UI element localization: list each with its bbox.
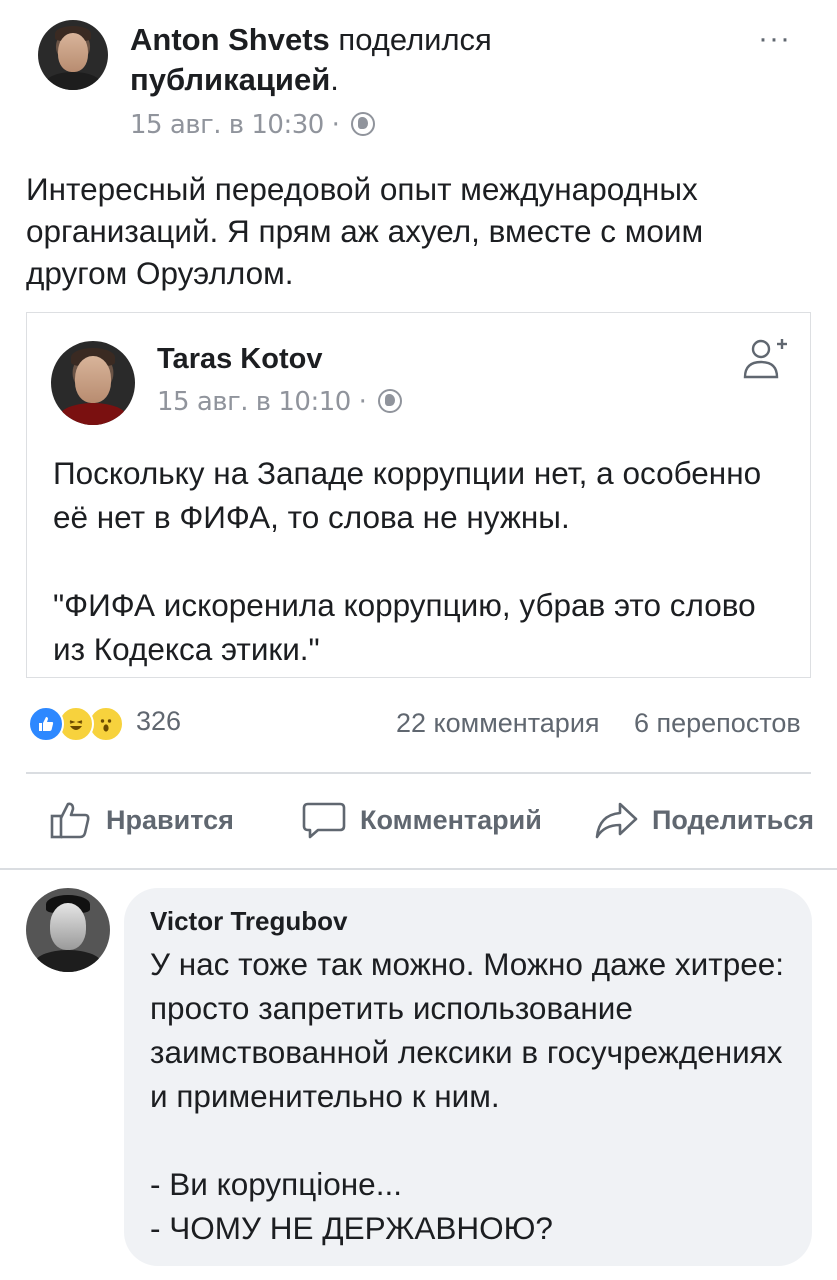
- post-timestamp[interactable]: 15 авг. в 10:30: [130, 110, 324, 140]
- shared-author-avatar[interactable]: [51, 341, 135, 425]
- comment-author[interactable]: Victor Tregubov: [150, 906, 347, 937]
- shared-post-timestamp[interactable]: 15 авг. в 10:10: [157, 387, 351, 417]
- globe-icon: [351, 112, 376, 136]
- like-reaction-icon: [28, 706, 64, 742]
- comment-text: У нас тоже так можно. Можно даже хитрее:…: [150, 946, 785, 1246]
- post-text: Интересный передовой опыт международных …: [26, 171, 704, 291]
- share-arrow-icon: [595, 802, 638, 839]
- shared-post-meta: 15 авг. в 10:10 ·: [157, 387, 403, 417]
- speech-bubble-icon: [302, 802, 346, 839]
- shared-meta-separator: ·: [358, 387, 367, 417]
- facebook-post-page: Anton Shvets поделился публикацией. 15 а…: [0, 0, 837, 1280]
- globe-icon: [378, 389, 403, 413]
- like-label: Нравится: [106, 804, 234, 835]
- like-button[interactable]: Нравится: [50, 800, 234, 840]
- action-suffix: .: [330, 62, 339, 97]
- commenter-avatar[interactable]: [26, 888, 110, 972]
- shared-author-name[interactable]: Taras Kotov: [157, 343, 322, 376]
- section-divider: [0, 868, 837, 870]
- comments-count[interactable]: 22 комментария: [396, 708, 600, 739]
- share-label: Поделиться: [652, 804, 815, 835]
- author-name[interactable]: Anton Shvets: [130, 22, 330, 57]
- more-horizontal-icon[interactable]: ···: [758, 22, 791, 56]
- shared-post-link[interactable]: публикацией: [130, 62, 330, 97]
- comment-bubble[interactable]: Victor Tregubov У нас тоже так можно. Мо…: [124, 888, 812, 1266]
- reactions-count[interactable]: 326: [136, 706, 181, 737]
- add-friend-icon[interactable]: [739, 335, 789, 385]
- divider: [26, 772, 811, 774]
- shared-post-text: Поскольку на Западе коррупции нет, а осо…: [53, 455, 762, 667]
- share-button[interactable]: Поделиться: [594, 800, 814, 840]
- action-text: поделился: [338, 22, 492, 57]
- thumbs-up-icon: [50, 802, 90, 839]
- post-meta: 15 авг. в 10:30 ·: [130, 110, 376, 140]
- meta-separator: ·: [331, 110, 340, 140]
- shares-count[interactable]: 6 перепостов: [634, 708, 801, 739]
- author-avatar[interactable]: [38, 20, 108, 90]
- comment-label: Комментарий: [360, 804, 542, 835]
- post-author-line: Anton Shvets поделился публикацией.: [130, 20, 570, 100]
- comment-button[interactable]: Комментарий: [302, 800, 542, 840]
- shared-post-card[interactable]: Taras Kotov 15 авг. в 10:10 · Поскольку …: [26, 312, 811, 678]
